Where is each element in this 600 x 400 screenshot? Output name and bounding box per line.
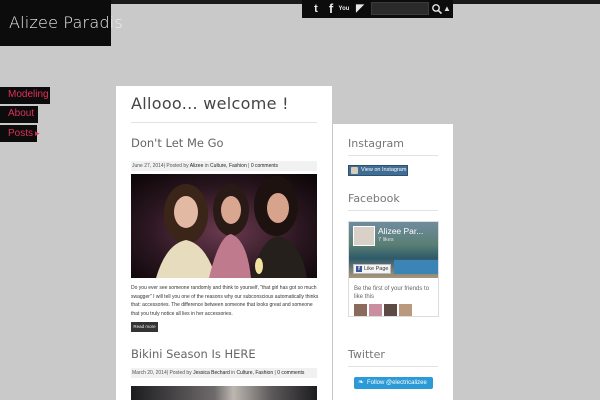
- button-label: View on Instagram: [361, 167, 407, 173]
- site-logo[interactable]: Alizee Paradis: [0, 0, 123, 46]
- nav-item-about[interactable]: About: [0, 106, 38, 123]
- category-links[interactable]: Culture, Fashion: [210, 163, 247, 169]
- chevron-right-icon: ▸: [35, 128, 40, 138]
- nav-item-label: Posts: [8, 128, 34, 139]
- twitter-follow-button[interactable]: ❧ Follow @electricalizee: [354, 377, 433, 389]
- posted-by-text: | Posted by: [163, 163, 190, 169]
- rss-icon[interactable]: ◤: [353, 2, 367, 16]
- button-label: Follow @electricalizee: [367, 380, 427, 386]
- view-on-instagram-button[interactable]: View on Instagram: [348, 165, 408, 176]
- author-link[interactable]: Alizee: [190, 163, 204, 169]
- post-title[interactable]: Don't Let Me Go: [131, 136, 224, 150]
- nav-item-modeling[interactable]: Modeling: [0, 87, 50, 104]
- post-excerpt: Do you ever see someone randomly and thi…: [131, 285, 319, 317]
- cover-pool: [394, 260, 438, 274]
- posted-by-text: | Posted by: [166, 370, 194, 376]
- avatar[interactable]: [384, 304, 397, 316]
- search-icon[interactable]: [431, 2, 443, 16]
- facebook-page-widget: Alizee Par... 7 likes f Like Page Be the…: [348, 221, 439, 317]
- social-bar: t f You ◤ ▲: [302, 0, 453, 18]
- author-link[interactable]: Jessica Bechard: [193, 370, 230, 376]
- sidebar: Instagram View on Instagram Facebook Ali…: [333, 124, 453, 400]
- post-title[interactable]: Bikini Season Is HERE: [131, 347, 256, 361]
- search-input[interactable]: [371, 2, 429, 15]
- read-more-button[interactable]: Read more: [131, 322, 158, 332]
- like-page-button[interactable]: f Like Page: [353, 264, 391, 274]
- post-meta: June 27, 2014| Posted by Alizee in Cultu…: [131, 161, 317, 171]
- post-image[interactable]: [131, 174, 317, 278]
- post-date: June 27, 2014: [132, 163, 164, 169]
- facebook-like-count: 7 likes: [378, 237, 394, 243]
- avatar[interactable]: [354, 304, 367, 316]
- button-label: Like Page: [364, 266, 389, 272]
- youtube-icon[interactable]: You: [338, 2, 350, 16]
- category-links[interactable]: Culture, Fashion: [236, 370, 273, 376]
- twitter-bird-icon: ❧: [358, 379, 364, 386]
- facebook-icon: f: [356, 266, 362, 272]
- widget-title-twitter: Twitter: [348, 348, 385, 361]
- divider: [131, 122, 317, 123]
- facebook-icon[interactable]: f: [324, 2, 338, 16]
- avatar[interactable]: [369, 304, 382, 316]
- facebook-friends-text: Be the first of your friends to like thi…: [354, 286, 430, 300]
- facebook-page-name[interactable]: Alizee Par...: [378, 226, 423, 236]
- post-date: March 20, 2014: [132, 370, 167, 376]
- avatar[interactable]: [399, 304, 412, 316]
- twitter-icon[interactable]: t: [309, 2, 323, 16]
- divider: [348, 155, 438, 156]
- post-image[interactable]: [131, 386, 317, 400]
- comments-link[interactable]: 0 comments: [251, 163, 278, 169]
- avatar[interactable]: [353, 226, 375, 246]
- widget-title-instagram: Instagram: [348, 137, 404, 150]
- divider: [348, 366, 438, 367]
- nav-item-label: About: [8, 108, 35, 119]
- post-meta: March 20, 2014| Posted by Jessica Bechar…: [131, 368, 317, 378]
- page-title: Allooo... welcome !: [131, 94, 289, 113]
- nav-item-label: Modeling: [8, 89, 49, 100]
- divider: [348, 210, 438, 211]
- instagram-icon: [351, 167, 358, 174]
- comments-link[interactable]: 0 comments: [277, 370, 304, 376]
- widget-title-facebook: Facebook: [348, 192, 400, 205]
- main-content: Allooo... welcome ! Don't Let Me Go June…: [116, 86, 332, 400]
- chevron-up-icon[interactable]: ▲: [443, 2, 451, 16]
- nav-item-posts[interactable]: Posts ▸: [0, 125, 40, 142]
